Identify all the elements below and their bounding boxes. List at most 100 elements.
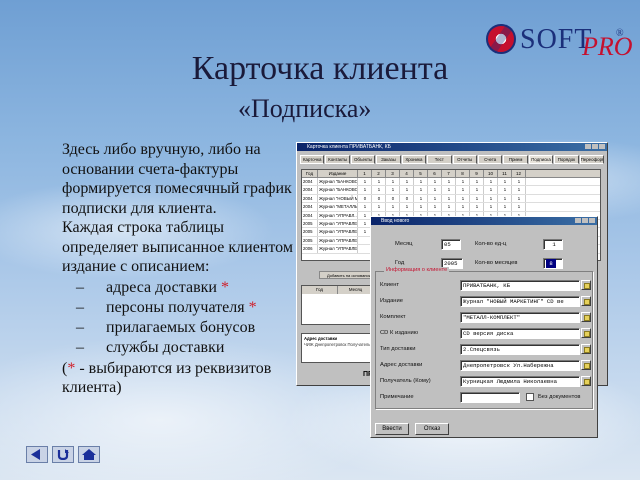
lookup-button[interactable] bbox=[581, 376, 591, 386]
year-label: Год bbox=[395, 260, 405, 266]
row-cell: 1 bbox=[400, 178, 414, 186]
no-documents-label: Без документов bbox=[538, 394, 581, 400]
tab-item[interactable]: Тест bbox=[427, 155, 452, 164]
row-cell: 1 bbox=[456, 194, 470, 203]
new-entry-dialog: Ввод нового Месяц 05 Кол-во ед-ц 1 Год 2… bbox=[370, 216, 598, 438]
quantity-input[interactable]: 1 bbox=[543, 239, 563, 250]
table-row[interactable]: 2004 Журнал "МЕТАЛЛЫ 1 1 1 1 1 1 1 1 1 1 1 1 bbox=[302, 203, 600, 212]
row-title: Журнал "УПРАВЛ... bbox=[319, 211, 358, 219]
grid-header-cell: Издание bbox=[318, 170, 358, 177]
grid-header-cell: 6 bbox=[428, 170, 442, 177]
tab-item[interactable]: Отчеты bbox=[452, 155, 477, 164]
tab-item[interactable]: Прием bbox=[503, 155, 528, 164]
tab-item[interactable]: Подписка bbox=[528, 155, 554, 164]
tab-item[interactable]: Карточка bbox=[300, 155, 325, 164]
lookup-button[interactable] bbox=[581, 360, 591, 370]
tab-item[interactable]: Порядок bbox=[554, 155, 579, 164]
quantity-label: Кол-во ед-ц bbox=[475, 241, 507, 247]
bonus-grid-header-cell: Год bbox=[302, 286, 338, 294]
slide-body: Здесь либо вручную, либо на основании сч… bbox=[28, 140, 300, 398]
row-title: Журнал "УПРАВЛЕН... bbox=[319, 236, 358, 245]
field-input[interactable]: Журнал "НОВЫЙ МАРКЕТИНГ" CD ве bbox=[460, 296, 580, 307]
months-count-input[interactable]: 8 bbox=[543, 258, 563, 269]
row-year: 2004 bbox=[302, 211, 318, 219]
field-label: Комплект bbox=[380, 314, 406, 320]
maximize-button[interactable] bbox=[592, 144, 598, 149]
tab-item[interactable]: Объекты bbox=[350, 155, 376, 164]
row-cell: 0 bbox=[386, 194, 400, 203]
month-input[interactable]: 05 bbox=[441, 239, 461, 250]
field-input[interactable]: 2.Спецсвязь bbox=[460, 344, 580, 355]
grid-header-cell: 7 bbox=[442, 170, 456, 177]
row-cell: 0 bbox=[358, 194, 372, 203]
tab-item[interactable]: Переоформл bbox=[579, 155, 605, 164]
table-row[interactable]: 2004Журнал "БАНКОВСКА...111111111111 bbox=[302, 178, 600, 187]
row-year: 2005 bbox=[302, 219, 318, 228]
close-button[interactable] bbox=[599, 144, 605, 149]
bullet-item: адреса доставки * bbox=[76, 278, 300, 298]
field-label: Клиент bbox=[380, 282, 400, 288]
field-input[interactable]: Днепропетровск Ул.Набережна bbox=[460, 360, 580, 371]
tab-item[interactable]: Заказы bbox=[376, 155, 401, 164]
field-input[interactable]: CD версия диска bbox=[460, 328, 580, 339]
lookup-button[interactable] bbox=[581, 328, 591, 338]
logo-registered-mark: ® bbox=[616, 28, 624, 39]
row-title: Журнал "БАНКОВСКА... bbox=[319, 178, 358, 186]
return-icon bbox=[57, 449, 69, 460]
field-input[interactable]: "МЕТАЛЛ-КОМПЛЕКТ" bbox=[460, 312, 580, 323]
tab-item[interactable]: Контакты bbox=[325, 155, 350, 164]
field-label: Примечание bbox=[380, 394, 414, 400]
row-cell: 1 bbox=[400, 186, 414, 194]
grid-header-cell: 11 bbox=[498, 170, 512, 177]
lookup-button[interactable] bbox=[581, 296, 591, 306]
close-button[interactable] bbox=[589, 218, 595, 223]
row-cell: 1 bbox=[414, 203, 428, 211]
row-cell: 1 bbox=[372, 186, 386, 194]
minimize-button[interactable] bbox=[575, 218, 581, 223]
row-cell: 1 bbox=[512, 203, 526, 211]
field-input[interactable]: ПРИВАТБАНК, КБ bbox=[460, 280, 580, 291]
return-button[interactable] bbox=[52, 446, 74, 463]
table-row[interactable]: 2004Журнал "НОВЫЙ МАР...000011111111 bbox=[302, 194, 600, 204]
submit-button[interactable]: Ввести bbox=[375, 423, 409, 435]
slide-subtitle: «Подписка» bbox=[238, 94, 372, 123]
grid-header-cell: 9 bbox=[470, 170, 484, 177]
no-documents-checkbox[interactable] bbox=[526, 393, 534, 401]
field-input[interactable]: Курницкая Людмила Николаевна bbox=[460, 376, 580, 387]
table-row[interactable]: 2004Журнал "БАНКОВСКА...111111111111 bbox=[302, 186, 600, 195]
lookup-button[interactable] bbox=[581, 312, 591, 322]
field-label: Адрес доставки bbox=[380, 362, 423, 368]
row-cell: 1 bbox=[386, 186, 400, 194]
row-year: 2005 bbox=[302, 228, 318, 236]
row-cell: 1 bbox=[442, 194, 456, 203]
field-label: Получатель (Кому) bbox=[380, 378, 431, 384]
lookup-button[interactable] bbox=[581, 280, 591, 290]
row-cell: 1 bbox=[358, 186, 372, 194]
row-cell: 1 bbox=[442, 178, 456, 186]
row-cell: 1 bbox=[358, 203, 372, 211]
row-cell: 1 bbox=[484, 178, 498, 186]
row-cell: 1 bbox=[512, 186, 526, 194]
slide-title: Карточка клиента bbox=[191, 50, 449, 87]
minimize-button[interactable] bbox=[585, 144, 591, 149]
cancel-button[interactable]: Отказ bbox=[415, 423, 449, 435]
bonus-grid-header-cell: Месяц bbox=[338, 286, 374, 294]
tab-item[interactable]: Хроника bbox=[401, 155, 427, 164]
row-cell: 0 bbox=[372, 194, 386, 203]
lookup-button[interactable] bbox=[581, 344, 591, 354]
field-label: Издание bbox=[380, 298, 403, 304]
row-title: Журнал "НОВЫЙ МАР... bbox=[318, 194, 358, 203]
bullet-item: службы доставки bbox=[76, 338, 300, 358]
arrow-left-icon bbox=[31, 449, 40, 460]
new-entry-titlebar: Ввод нового bbox=[371, 217, 597, 225]
row-cell: 1 bbox=[372, 203, 386, 211]
home-button[interactable] bbox=[78, 446, 100, 463]
tab-item[interactable]: Счета bbox=[477, 155, 503, 164]
row-cell: 1 bbox=[470, 203, 484, 211]
prev-slide-button[interactable] bbox=[26, 446, 48, 463]
row-cell: 1 bbox=[456, 186, 470, 194]
grid-header-cell: 10 bbox=[484, 170, 498, 177]
field-input[interactable] bbox=[460, 392, 520, 403]
maximize-button[interactable] bbox=[582, 218, 588, 223]
row-year: 2004 bbox=[302, 194, 318, 203]
